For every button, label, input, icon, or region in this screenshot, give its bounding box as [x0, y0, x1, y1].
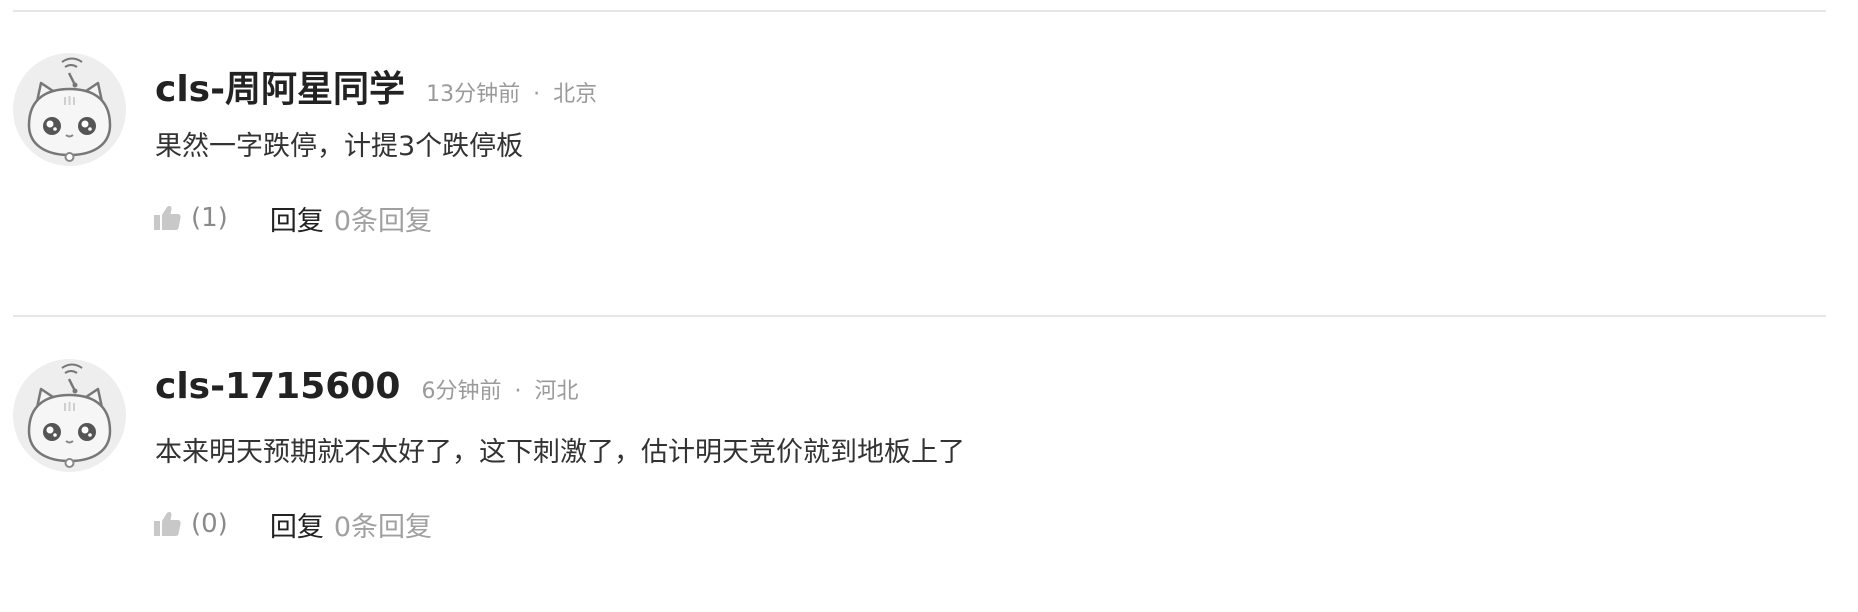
- comment-header: cls-1715600 6分钟前 · 河北: [155, 366, 579, 416]
- like-button[interactable]: (1): [153, 203, 228, 233]
- top-divider: [13, 10, 1826, 12]
- meta-separator: ·: [514, 379, 522, 404]
- comment-divider: [13, 315, 1826, 317]
- comment-time: 6分钟前: [421, 379, 502, 404]
- comment-location: 北京: [553, 82, 598, 107]
- like-button[interactable]: (0): [153, 509, 228, 539]
- comment-meta: 6分钟前 · 河北: [421, 373, 578, 405]
- username[interactable]: cls-1715600: [155, 366, 400, 407]
- reply-count[interactable]: 0条回复: [334, 199, 432, 238]
- thumbs-up-icon: [153, 204, 181, 232]
- comment-time: 13分钟前: [426, 82, 521, 107]
- cat-robot-avatar-icon: [13, 359, 126, 472]
- like-count: (1): [191, 203, 228, 233]
- comment-actions: (1) 回复 0条回复: [153, 198, 432, 238]
- thumbs-up-icon: [153, 510, 181, 538]
- comment-meta: 13分钟前 · 北京: [426, 76, 597, 108]
- reply-button[interactable]: 回复: [270, 199, 324, 238]
- reply-button[interactable]: 回复: [270, 505, 324, 544]
- avatar[interactable]: [13, 53, 126, 166]
- comment-actions: (0) 回复 0条回复: [153, 504, 432, 544]
- comment-content: 本来明天预期就不太好了，这下刺激了，估计明天竞价就到地板上了: [155, 437, 965, 468]
- like-count: (0): [191, 509, 228, 539]
- comment-item: cls-1715600 6分钟前 · 河北 本来明天预期就不太好了，这下刺激了，…: [0, 332, 1858, 612]
- avatar[interactable]: [13, 359, 126, 472]
- reply-count[interactable]: 0条回复: [334, 505, 432, 544]
- comment-header: cls-周阿星同学 13分钟前 · 北京: [155, 60, 597, 110]
- comment-location: 河北: [534, 379, 579, 404]
- comment-content: 果然一字跌停，计提3个跌停板: [155, 131, 524, 162]
- cat-robot-avatar-icon: [13, 53, 126, 166]
- comment-item: cls-周阿星同学 13分钟前 · 北京 果然一字跌停，计提3个跌停板 (1) …: [0, 26, 1858, 306]
- username[interactable]: cls-周阿星同学: [155, 60, 405, 112]
- meta-separator: ·: [533, 82, 541, 107]
